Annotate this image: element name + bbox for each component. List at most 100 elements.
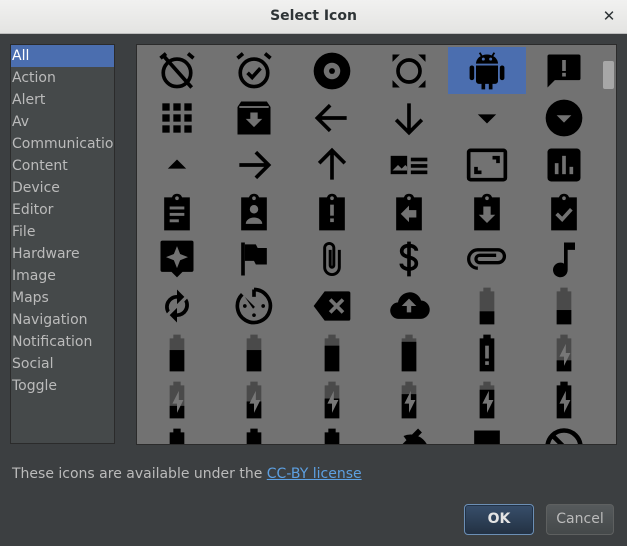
icon-cell-album[interactable]	[293, 47, 371, 94]
icon-cell-battery-charging-80[interactable]	[371, 376, 449, 423]
icon-cell-android[interactable]	[448, 47, 526, 94]
icon-cell-battery-charging-20[interactable]	[526, 329, 604, 376]
icon-cell-assistant-photo[interactable]	[216, 235, 294, 282]
icon-grid-scrollbar[interactable]	[603, 49, 614, 444]
icon-cell-attach-money[interactable]	[371, 235, 449, 282]
icon-cell-battery-60[interactable]	[216, 329, 294, 376]
category-hardware[interactable]: Hardware	[11, 243, 114, 265]
battery-charging-30-icon	[155, 378, 199, 422]
battery-90-icon	[387, 331, 431, 375]
category-toggle[interactable]: Toggle	[11, 375, 114, 397]
dialog-title: Select Icon	[270, 8, 357, 24]
icon-cell-battery-charging-50[interactable]	[216, 376, 294, 423]
category-alert[interactable]: Alert	[11, 89, 114, 111]
category-navigation[interactable]: Navigation	[11, 309, 114, 331]
icon-cell-battery-20[interactable]	[448, 282, 526, 329]
beenhere-icon	[465, 425, 509, 444]
icon-cell-battery-charging-30[interactable]	[138, 376, 216, 423]
icon-cell-audiotrack[interactable]	[526, 235, 604, 282]
battery-20-icon	[465, 284, 509, 328]
icon-cell-beenhere[interactable]	[448, 423, 526, 444]
icon-cell-assignment-late[interactable]	[293, 188, 371, 235]
icon-cell-attachment[interactable]	[448, 235, 526, 282]
icon-cell-apps[interactable]	[138, 94, 216, 141]
assignment-late-icon	[310, 190, 354, 234]
icon-cell-backup[interactable]	[371, 282, 449, 329]
cancel-button[interactable]: Cancel	[546, 504, 614, 535]
icon-cell-battery-90[interactable]	[371, 329, 449, 376]
icon-cell-battery-30[interactable]	[526, 282, 604, 329]
icon-cell-battery-full[interactable]	[138, 423, 216, 444]
icon-cell-battery-50[interactable]	[138, 329, 216, 376]
category-editor[interactable]: Editor	[11, 199, 114, 221]
category-device[interactable]: Device	[11, 177, 114, 199]
icon-cell-assignment[interactable]	[138, 188, 216, 235]
block-icon	[542, 425, 586, 444]
category-list[interactable]: All Action Alert Av Communication Content Devi…	[10, 44, 115, 444]
beach-access-icon	[387, 425, 431, 444]
icon-cell-battery-charging-full[interactable]	[526, 376, 604, 423]
icon-cell-assessment[interactable]	[526, 141, 604, 188]
icon-cell-battery-80[interactable]	[293, 329, 371, 376]
icon-cell-assignment-return[interactable]	[371, 188, 449, 235]
scrollbar-thumb[interactable]	[603, 61, 614, 89]
category-all[interactable]: All	[11, 45, 114, 67]
icon-cell-arrow-drop-down-circle[interactable]	[526, 94, 604, 141]
icon-cell-alarm-on[interactable]	[216, 47, 294, 94]
icon-cell-arrow-drop-down[interactable]	[448, 94, 526, 141]
icon-cell-alarm-off[interactable]	[138, 47, 216, 94]
icon-cell-archive[interactable]	[216, 94, 294, 141]
icon-cell-assignment-ind[interactable]	[216, 188, 294, 235]
battery-charging-90-icon	[465, 378, 509, 422]
icon-cell-battery-alert[interactable]	[448, 329, 526, 376]
icon-cell-autorenew[interactable]	[138, 282, 216, 329]
icon-cell-art-track[interactable]	[371, 141, 449, 188]
license-notice-text: These icons are available under the	[12, 466, 267, 482]
ok-button[interactable]: OK	[464, 504, 534, 535]
icon-cell-arrow-upward[interactable]	[293, 141, 371, 188]
battery-30-icon	[542, 284, 586, 328]
battery-unknown-icon	[310, 425, 354, 444]
battery-charging-50-icon	[232, 378, 276, 422]
icon-cell-av-timer[interactable]	[216, 282, 294, 329]
category-av[interactable]: Av	[11, 111, 114, 133]
icon-cell-battery-std[interactable]	[216, 423, 294, 444]
category-social[interactable]: Social	[11, 353, 114, 375]
category-communication[interactable]: Communication	[11, 133, 114, 155]
icon-cell-arrow-drop-up[interactable]	[138, 141, 216, 188]
icon-cell-arrow-downward[interactable]	[371, 94, 449, 141]
icon-cell-assistant[interactable]	[138, 235, 216, 282]
icon-cell-block[interactable]	[526, 423, 604, 444]
assignment-icon	[155, 190, 199, 234]
icon-cell-beach-access[interactable]	[371, 423, 449, 444]
alarm-on-icon	[232, 49, 276, 93]
category-image[interactable]: Image	[11, 265, 114, 287]
icon-cell-arrow-back[interactable]	[293, 94, 371, 141]
icon-cell-aspect-ratio[interactable]	[448, 141, 526, 188]
icon-cell-assignment-turned-in[interactable]	[526, 188, 604, 235]
icon-cell-backspace[interactable]	[293, 282, 371, 329]
category-maps[interactable]: Maps	[11, 287, 114, 309]
arrow-downward-icon	[387, 96, 431, 140]
arrow-drop-down-icon	[465, 96, 509, 140]
icon-cell-announcement[interactable]	[526, 47, 604, 94]
category-file[interactable]: File	[11, 221, 114, 243]
icon-cell-battery-unknown[interactable]	[293, 423, 371, 444]
icon-cell-assignment-returned[interactable]	[448, 188, 526, 235]
arrow-upward-icon	[310, 143, 354, 187]
category-content[interactable]: Content	[11, 155, 114, 177]
icon-cell-battery-charging-60[interactable]	[293, 376, 371, 423]
audiotrack-icon	[542, 237, 586, 281]
icon-cell-battery-charging-90[interactable]	[448, 376, 526, 423]
assignment-return-icon	[387, 190, 431, 234]
icon-cell-attach-file[interactable]	[293, 235, 371, 282]
av-timer-icon	[232, 284, 276, 328]
icon-cell-all-out[interactable]	[371, 47, 449, 94]
license-link[interactable]: CC-BY license	[267, 466, 362, 482]
category-notification[interactable]: Notification	[11, 331, 114, 353]
icon-cell-arrow-forward[interactable]	[216, 141, 294, 188]
art-track-icon	[387, 143, 431, 187]
category-action[interactable]: Action	[11, 67, 114, 89]
battery-alert-icon	[465, 331, 509, 375]
close-icon[interactable]: ✕	[599, 6, 619, 26]
